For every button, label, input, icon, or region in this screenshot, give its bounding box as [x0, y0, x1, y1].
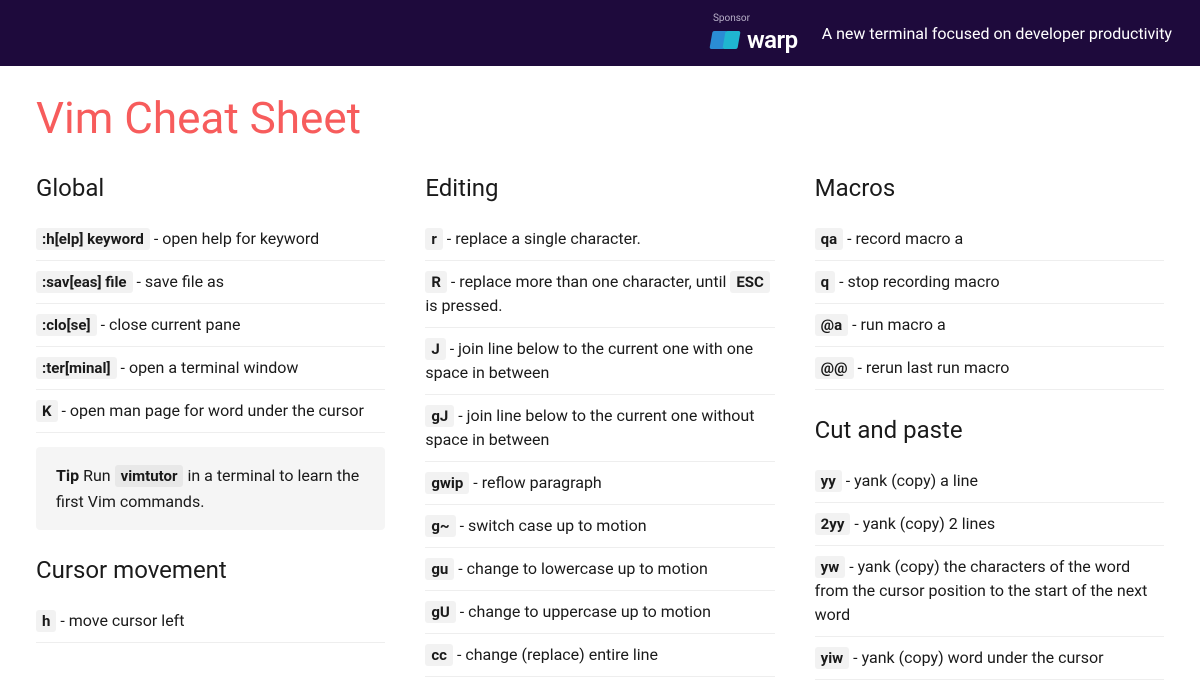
col-2: Editing r - replace a single character. …	[425, 168, 774, 680]
cmd-row: cc - change (replace) entire line	[425, 634, 774, 677]
cmd-desc: - move cursor left	[60, 611, 184, 630]
cmd-key: yy	[815, 470, 842, 492]
cmd-desc: - yank (copy) the characters of the word…	[815, 557, 1148, 624]
cmd-row: gJ - join line below to the current one …	[425, 395, 774, 462]
cmd-desc: - stop recording macro	[839, 272, 1000, 291]
cmd-key: @@	[815, 357, 854, 379]
cmd-key: 2yy	[815, 513, 851, 535]
cmd-key: q	[815, 271, 835, 293]
cmd-desc: - reflow paragraph	[473, 473, 601, 492]
col-3: Macros qa - record macro a q - stop reco…	[815, 168, 1164, 680]
cmd-desc: - change to uppercase up to motion	[460, 602, 711, 621]
cmd-key: gwip	[425, 472, 469, 494]
cmd-row: yw - yank (copy) the characters of the w…	[815, 546, 1164, 637]
cmd-row: yiw - yank (copy) word under the cursor	[815, 637, 1164, 680]
tip-code: vimtutor	[115, 465, 184, 487]
cmd-key: J	[425, 338, 445, 360]
cmd-desc: - switch case up to motion	[460, 516, 647, 535]
section-cursor-heading: Cursor movement	[36, 556, 385, 584]
cmd-key: h	[36, 610, 56, 632]
cmd-key: :h[elp] keyword	[36, 228, 150, 250]
cmd-key: :sav[eas] file	[36, 271, 133, 293]
cmd-key: yiw	[815, 647, 850, 669]
cmd-desc: - join line below to the current one wit…	[425, 339, 753, 382]
page-title: Vim Cheat Sheet	[36, 92, 1164, 144]
cmd-desc: - open man page for word under the curso…	[62, 401, 364, 420]
cmd-row: :ter[minal] - open a terminal window	[36, 347, 385, 390]
col-1: Global :h[elp] keyword - open help for k…	[36, 168, 385, 680]
sponsor-label: Sponsor	[713, 13, 750, 24]
cmd-row: qa - record macro a	[815, 218, 1164, 261]
cmd-desc: - open help for keyword	[154, 229, 319, 248]
cmd-row: J - join line below to the current one w…	[425, 328, 774, 395]
cmd-row: h - move cursor left	[36, 600, 385, 643]
content: Vim Cheat Sheet Global :h[elp] keyword -…	[0, 66, 1200, 680]
cmd-key: :clo[se]	[36, 314, 97, 336]
cmd-row: g~ - switch case up to motion	[425, 505, 774, 548]
cmd-desc: - yank (copy) word under the cursor	[853, 648, 1103, 667]
cmd-desc: - yank (copy) a line	[846, 471, 978, 490]
tip-text: Run	[83, 466, 114, 485]
cmd-key2: ESC	[730, 271, 770, 293]
cmd-row: R - replace more than one character, unt…	[425, 261, 774, 328]
cmd-key: @a	[815, 314, 848, 336]
section-editing-heading: Editing	[425, 174, 774, 202]
tip-label: Tip	[56, 466, 79, 485]
columns: Global :h[elp] keyword - open help for k…	[36, 168, 1164, 680]
cmd-row: @a - run macro a	[815, 304, 1164, 347]
cmd-row: yy - yank (copy) a line	[815, 460, 1164, 503]
cmd-desc: - run macro a	[852, 315, 946, 334]
cmd-desc: - change to lowercase up to motion	[458, 559, 708, 578]
cmd-desc: - save file as	[137, 272, 225, 291]
cmd-key: K	[36, 400, 58, 422]
cmd-key: qa	[815, 228, 844, 250]
cmd-row: gU - change to uppercase up to motion	[425, 591, 774, 634]
section-cutpaste-heading: Cut and paste	[815, 416, 1164, 444]
sponsor-brand: warp	[747, 26, 798, 54]
cmd-row: K - open man page for word under the cur…	[36, 390, 385, 433]
cmd-row: gwip - reflow paragraph	[425, 462, 774, 505]
tip-box: Tip Run vimtutor in a terminal to learn …	[36, 447, 385, 530]
cmd-row: @@ - rerun last run macro	[815, 347, 1164, 390]
cmd-desc: - close current pane	[101, 315, 241, 334]
cmd-row: q - stop recording macro	[815, 261, 1164, 304]
cmd-desc: - yank (copy) 2 lines	[854, 514, 995, 533]
cmd-row: :clo[se] - close current pane	[36, 304, 385, 347]
cmd-row: :h[elp] keyword - open help for keyword	[36, 218, 385, 261]
cmd-key: gU	[425, 601, 455, 623]
cmd-desc: - change (replace) entire line	[457, 645, 658, 664]
cmd-key: :ter[minal]	[36, 357, 117, 379]
sponsor-bar: Sponsor warp A new terminal focused on d…	[0, 0, 1200, 66]
cmd-row: :sav[eas] file - save file as	[36, 261, 385, 304]
section-global-heading: Global	[36, 174, 385, 202]
cmd-row: 2yy - yank (copy) 2 lines	[815, 503, 1164, 546]
cmd-key: gJ	[425, 405, 454, 427]
cmd-key: r	[425, 228, 443, 250]
sponsor-tagline: A new terminal focused on developer prod…	[822, 24, 1172, 43]
cmd-row: r - replace a single character.	[425, 218, 774, 261]
cmd-row: gu - change to lowercase up to motion	[425, 548, 774, 591]
sponsor-block[interactable]: Sponsor warp	[711, 13, 798, 54]
cmd-desc: - replace a single character.	[447, 229, 641, 248]
cmd-desc: - record macro a	[847, 229, 963, 248]
cmd-key: g~	[425, 515, 455, 537]
cmd-desc: - open a terminal window	[121, 358, 299, 377]
cmd-desc: - rerun last run macro	[858, 358, 1010, 377]
cmd-desc: - replace more than one character, until…	[425, 272, 770, 315]
section-macros-heading: Macros	[815, 174, 1164, 202]
cmd-key: cc	[425, 644, 453, 666]
sponsor-logo: warp	[711, 26, 798, 54]
warp-icon	[711, 31, 741, 49]
cmd-key: gu	[425, 558, 454, 580]
cmd-key: R	[425, 271, 447, 293]
cmd-key: yw	[815, 556, 846, 578]
cmd-desc: - join line below to the current one wit…	[425, 406, 754, 449]
